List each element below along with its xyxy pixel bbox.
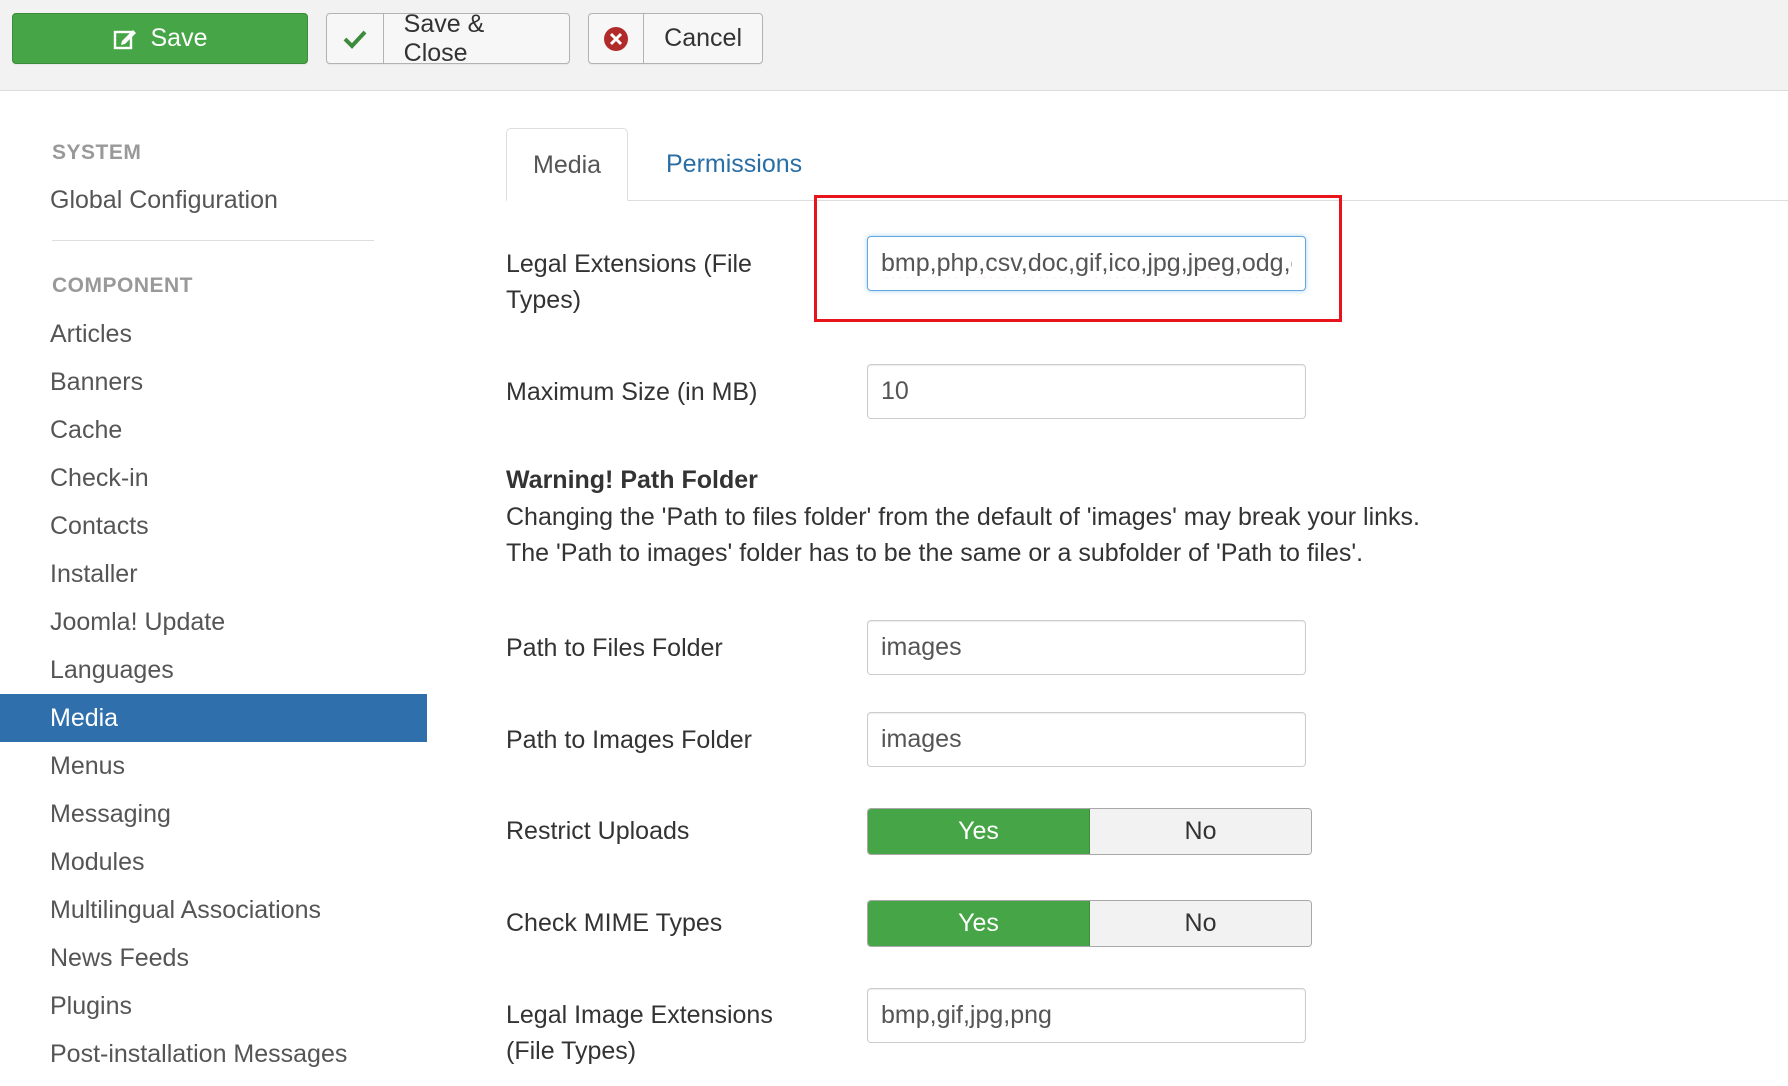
cancel-button[interactable]: Cancel bbox=[588, 13, 763, 64]
images-path-label: Path to Images Folder bbox=[506, 726, 752, 754]
legal-image-extensions-label-line2: (File Types) bbox=[506, 1037, 637, 1065]
restrict-uploads-label: Restrict Uploads bbox=[506, 817, 690, 845]
legal-extensions-label-line2: Types) bbox=[506, 286, 582, 314]
legal-image-extensions-input[interactable] bbox=[867, 988, 1306, 1043]
tab-media[interactable]: Media bbox=[506, 128, 629, 201]
sidebar-item-media[interactable]: Media bbox=[0, 694, 427, 742]
check-icon bbox=[327, 14, 384, 63]
legal-extensions-label-line1: Legal Extensions (File bbox=[506, 250, 752, 278]
sidebar-item-installer[interactable]: Installer bbox=[0, 550, 427, 598]
sidebar-item-messaging[interactable]: Messaging bbox=[0, 790, 427, 838]
check-mime-yes-button[interactable]: Yes bbox=[868, 901, 1090, 946]
sidebar-item-modules[interactable]: Modules bbox=[0, 838, 427, 886]
sidebar-item-check-in[interactable]: Check-in bbox=[0, 454, 427, 502]
restrict-uploads-yes-button[interactable]: Yes bbox=[868, 809, 1090, 854]
sidebar-item-cache[interactable]: Cache bbox=[0, 406, 427, 454]
sidebar-divider bbox=[52, 240, 374, 241]
annotation-highlight-box bbox=[814, 195, 1342, 322]
sidebar-item-articles[interactable]: Articles bbox=[0, 310, 427, 358]
legal-extensions-label: Legal Extensions (File Types) bbox=[506, 246, 752, 318]
save-close-button[interactable]: Save & Close bbox=[326, 10, 570, 67]
sidebar-item-post-installation-messages[interactable]: Post-installation Messages bbox=[0, 1030, 427, 1078]
sidebar-header-component: COMPONENT bbox=[52, 274, 193, 297]
cancel-icon bbox=[589, 14, 645, 63]
sidebar-item-news-feeds[interactable]: News Feeds bbox=[0, 934, 427, 982]
files-path-input[interactable] bbox=[867, 620, 1306, 675]
check-mime-no-button[interactable]: No bbox=[1090, 901, 1311, 946]
warning-text-line1: Changing the 'Path to files folder' from… bbox=[506, 503, 1421, 531]
sidebar-item-contacts[interactable]: Contacts bbox=[0, 502, 427, 550]
sidebar-item-plugins[interactable]: Plugins bbox=[0, 982, 427, 1030]
sidebar-item-languages[interactable]: Languages bbox=[0, 646, 427, 694]
check-mime-label: Check MIME Types bbox=[506, 909, 723, 937]
legal-image-extensions-label: Legal Image Extensions (File Types) bbox=[506, 997, 773, 1069]
toolbar: Save Save & Close Cancel bbox=[0, 0, 1788, 91]
max-size-input[interactable] bbox=[867, 364, 1306, 419]
sidebar-item-multilingual-associations[interactable]: Multilingual Associations bbox=[0, 886, 427, 934]
sidebar-item-global-configuration[interactable]: Global Configuration bbox=[0, 176, 427, 224]
images-path-input[interactable] bbox=[867, 712, 1306, 767]
tab-permissions[interactable]: Permissions bbox=[640, 128, 828, 200]
edit-icon bbox=[113, 27, 137, 51]
save-close-label: Save & Close bbox=[403, 9, 485, 67]
save-button[interactable]: Save bbox=[12, 13, 308, 64]
warning-title: Warning! Path Folder bbox=[506, 466, 758, 494]
restrict-uploads-toggle: Yes No bbox=[867, 808, 1312, 855]
check-mime-toggle: Yes No bbox=[867, 900, 1312, 947]
save-label: Save bbox=[150, 24, 208, 52]
sidebar-item-banners[interactable]: Banners bbox=[0, 358, 427, 406]
legal-image-extensions-label-line1: Legal Image Extensions bbox=[506, 1001, 773, 1029]
warning-text-line2: The 'Path to images' folder has to be th… bbox=[506, 539, 1364, 567]
sidebar-header-system: SYSTEM bbox=[52, 141, 142, 164]
sidebar-item-menus[interactable]: Menus bbox=[0, 742, 427, 790]
tab-bar: Media Permissions bbox=[506, 128, 1788, 201]
files-path-label: Path to Files Folder bbox=[506, 634, 723, 662]
cancel-label: Cancel bbox=[664, 24, 742, 52]
restrict-uploads-no-button[interactable]: No bbox=[1090, 809, 1311, 854]
sidebar-item-joomla-update[interactable]: Joomla! Update bbox=[0, 598, 427, 646]
max-size-label: Maximum Size (in MB) bbox=[506, 378, 758, 406]
